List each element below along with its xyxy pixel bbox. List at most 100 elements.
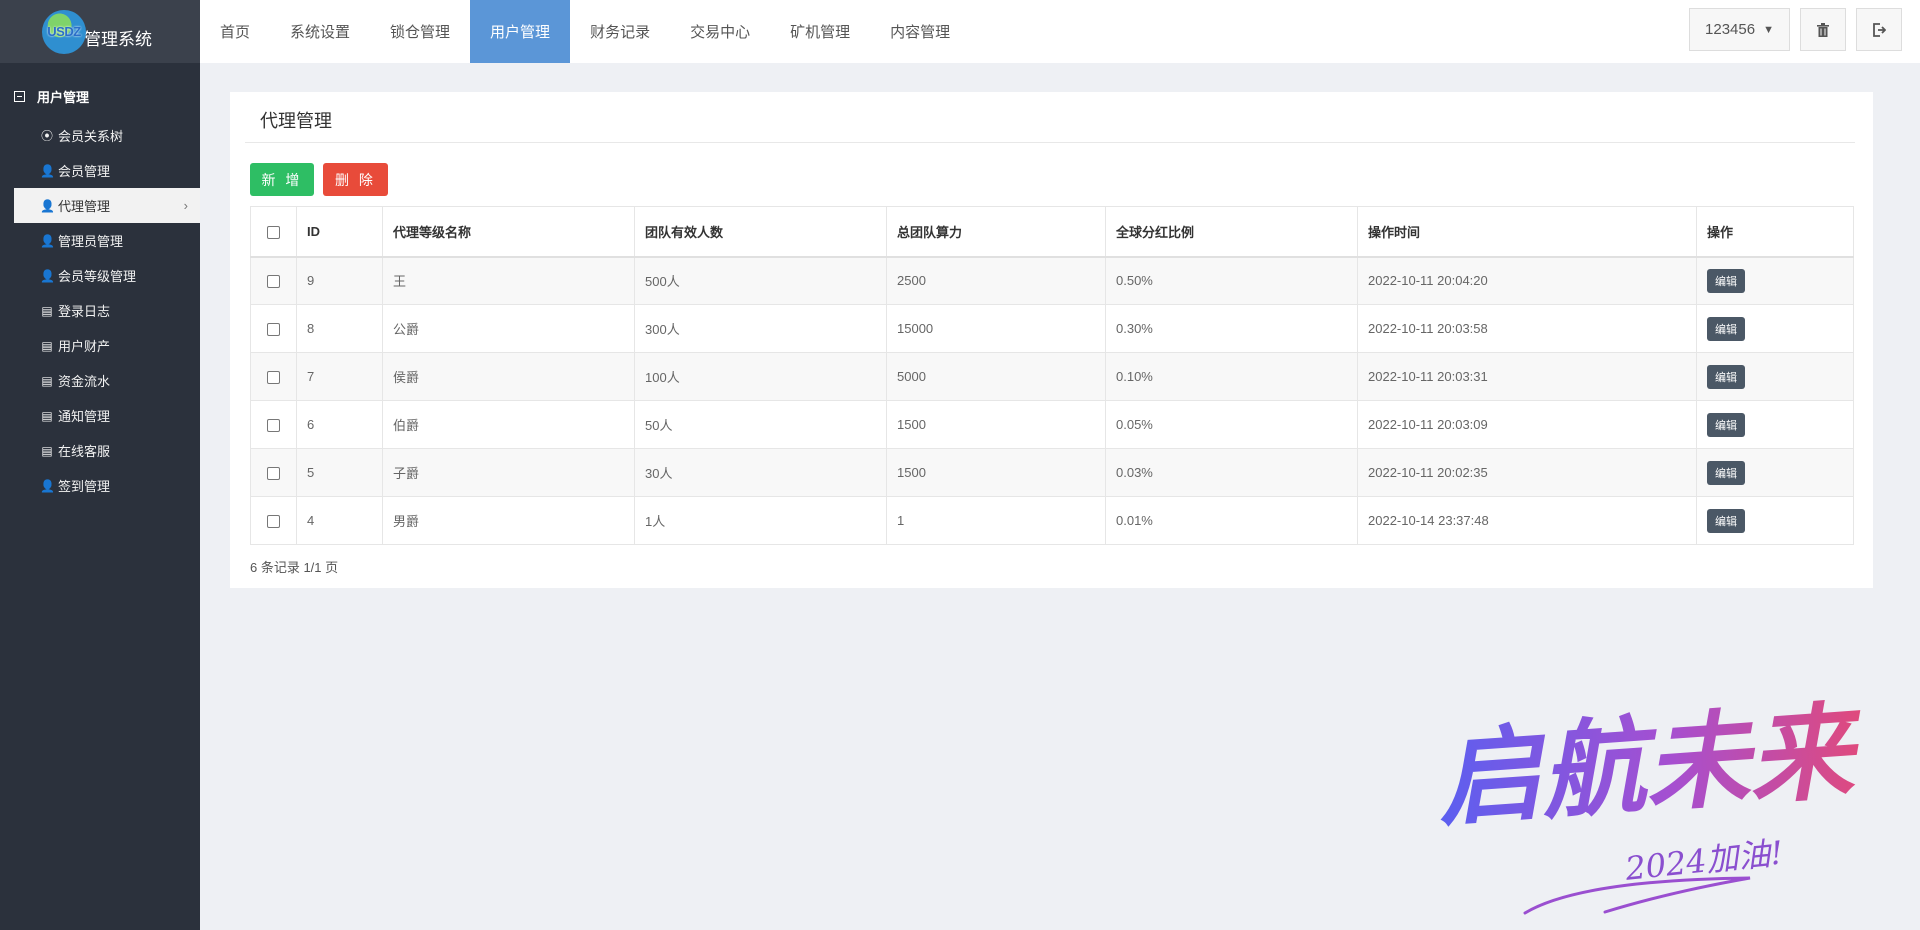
row-select-cell xyxy=(250,400,297,449)
sidebar-item-online-service[interactable]: ▤ 在线客服 xyxy=(0,433,200,468)
cell-team-members: 100人 xyxy=(634,352,887,401)
tab-finance-records[interactable]: 财务记录 xyxy=(570,0,670,63)
row-select-cell xyxy=(250,256,297,305)
tab-miner-management[interactable]: 矿机管理 xyxy=(770,0,870,63)
divider xyxy=(245,142,1855,143)
sidebar: USDZ 管理系统 用户管理 ⦿ 会员关系树 👤 会员管理 👤 代理管理 › 👤 管理员管… xyxy=(0,0,200,930)
cell-id: 4 xyxy=(296,496,383,545)
sidebar-item-label: 在线客服 xyxy=(58,444,111,459)
cell-level-name: 公爵 xyxy=(382,304,635,353)
tab-trading-center[interactable]: 交易中心 xyxy=(670,0,770,63)
cell-id: 8 xyxy=(296,304,383,353)
cell-actions: 编辑 xyxy=(1696,448,1854,497)
sidebar-item-notifications[interactable]: ▤ 通知管理 xyxy=(0,398,200,433)
tab-system-settings[interactable]: 系统设置 xyxy=(270,0,370,63)
cell-level-name: 子爵 xyxy=(382,448,635,497)
table-row: 5 子爵 30人 1500 0.03% 2022-10-11 20:02:35 … xyxy=(250,448,1854,497)
row-select-cell xyxy=(250,496,297,545)
column-header-team-power: 总团队算力 xyxy=(886,206,1106,258)
column-header-team-members: 团队有效人数 xyxy=(634,206,887,258)
tab-lock-management[interactable]: 锁仓管理 xyxy=(370,0,470,63)
cell-time: 2022-10-11 20:03:58 xyxy=(1357,304,1697,353)
sidebar-item-member-tree[interactable]: ⦿ 会员关系树 xyxy=(0,118,200,153)
select-all-checkbox[interactable] xyxy=(267,225,280,239)
sidebar-item-admin-management[interactable]: 👤 管理员管理 xyxy=(0,223,200,258)
cell-level-name: 侯爵 xyxy=(382,352,635,401)
row-select-cell xyxy=(250,352,297,401)
sidebar-item-login-log[interactable]: ▤ 登录日志 xyxy=(0,293,200,328)
edit-button[interactable]: 编辑 xyxy=(1707,508,1745,533)
sidebar-item-label: 会员等级管理 xyxy=(58,269,137,284)
sidebar-item-member-management[interactable]: 👤 会员管理 xyxy=(0,153,200,188)
column-header-time: 操作时间 xyxy=(1357,206,1697,258)
list-icon: ▤ xyxy=(41,443,53,458)
tab-user-management[interactable]: 用户管理 xyxy=(470,0,571,63)
globe-logo-icon: USDZ xyxy=(42,9,86,54)
add-button[interactable]: 新 增 xyxy=(250,163,314,196)
cell-actions: 编辑 xyxy=(1696,352,1854,401)
cell-level-name: 王 xyxy=(382,256,635,305)
sidebar-item-label: 资金流水 xyxy=(58,374,111,389)
edit-button[interactable]: 编辑 xyxy=(1707,268,1745,293)
sidebar-section-user-management[interactable]: 用户管理 xyxy=(0,63,200,106)
row-checkbox[interactable] xyxy=(267,275,280,289)
cell-dividend-ratio: 0.30% xyxy=(1105,304,1358,353)
watermark-swash xyxy=(1523,876,1751,915)
logo-title: 管理系统 xyxy=(84,30,152,49)
chevron-right-icon: › xyxy=(183,198,188,213)
edit-button[interactable]: 编辑 xyxy=(1707,364,1745,389)
table-row: 4 男爵 1人 1 0.01% 2022-10-14 23:37:48 编辑 xyxy=(250,496,1854,545)
edit-button[interactable]: 编辑 xyxy=(1707,460,1745,485)
user-menu-button[interactable]: 123456 ▼ xyxy=(1689,8,1790,51)
table-row: 8 公爵 300人 15000 0.30% 2022-10-11 20:03:5… xyxy=(250,304,1854,353)
sidebar-item-fund-flow[interactable]: ▤ 资金流水 xyxy=(0,363,200,398)
clear-cache-button[interactable] xyxy=(1800,8,1846,51)
cell-id: 6 xyxy=(296,400,383,449)
watermark-logo: 启航未来 2024加油! xyxy=(1433,689,1868,915)
trash-icon xyxy=(1817,22,1829,37)
row-checkbox[interactable] xyxy=(267,419,280,433)
row-checkbox[interactable] xyxy=(267,515,280,529)
top-nav: 首页 系统设置 锁仓管理 用户管理 财务记录 交易中心 矿机管理 内容管理 12… xyxy=(200,0,1920,63)
edit-button[interactable]: 编辑 xyxy=(1707,412,1745,437)
user-icon: 👤 xyxy=(40,163,55,178)
sidebar-item-member-level[interactable]: 👤 会员等级管理 xyxy=(0,258,200,293)
sidebar-item-checkin[interactable]: 👤 签到管理 xyxy=(0,468,200,503)
sidebar-item-agent-management[interactable]: 👤 代理管理 › xyxy=(14,188,200,223)
cell-dividend-ratio: 0.05% xyxy=(1105,400,1358,449)
sidebar-item-user-assets[interactable]: ▤ 用户财产 xyxy=(0,328,200,363)
cell-dividend-ratio: 0.03% xyxy=(1105,448,1358,497)
tab-home[interactable]: 首页 xyxy=(200,0,270,63)
row-checkbox[interactable] xyxy=(267,323,280,337)
select-all-cell xyxy=(250,206,297,258)
caret-down-icon: ▼ xyxy=(1763,23,1774,36)
top-right-controls: 123456 ▼ xyxy=(1689,8,1902,51)
list-icon: ▤ xyxy=(41,338,53,353)
table-row: 9 王 500人 2500 0.50% 2022-10-11 20:04:20 … xyxy=(250,256,1854,305)
sidebar-item-label: 会员管理 xyxy=(58,164,111,179)
sidebar-item-label: 会员关系树 xyxy=(58,129,124,144)
cell-id: 5 xyxy=(296,448,383,497)
sidebar-item-label: 通知管理 xyxy=(58,409,111,424)
row-checkbox[interactable] xyxy=(267,467,280,481)
user-icon: 👤 xyxy=(40,268,55,283)
watermark-main-text: 启航未来 xyxy=(1433,689,1868,841)
cell-dividend-ratio: 0.10% xyxy=(1105,352,1358,401)
logo[interactable]: USDZ 管理系统 xyxy=(0,0,200,63)
cell-time: 2022-10-11 20:03:09 xyxy=(1357,400,1697,449)
row-checkbox[interactable] xyxy=(267,371,280,385)
tab-content-management[interactable]: 内容管理 xyxy=(870,0,970,63)
edit-button[interactable]: 编辑 xyxy=(1707,316,1745,341)
delete-button[interactable]: 删 除 xyxy=(323,163,388,196)
logo-badge: USDZ xyxy=(47,24,81,39)
cell-team-members: 1人 xyxy=(634,496,887,545)
user-icon: 👤 xyxy=(40,478,55,493)
logout-button[interactable] xyxy=(1856,8,1902,51)
sidebar-item-label: 用户财产 xyxy=(58,339,111,354)
cell-id: 7 xyxy=(296,352,383,401)
user-icon: 👤 xyxy=(40,198,55,213)
cell-time: 2022-10-11 20:03:31 xyxy=(1357,352,1697,401)
username: 123456 xyxy=(1705,21,1756,38)
sidebar-item-label: 代理管理 xyxy=(58,199,111,214)
cell-time: 2022-10-14 23:37:48 xyxy=(1357,496,1697,545)
